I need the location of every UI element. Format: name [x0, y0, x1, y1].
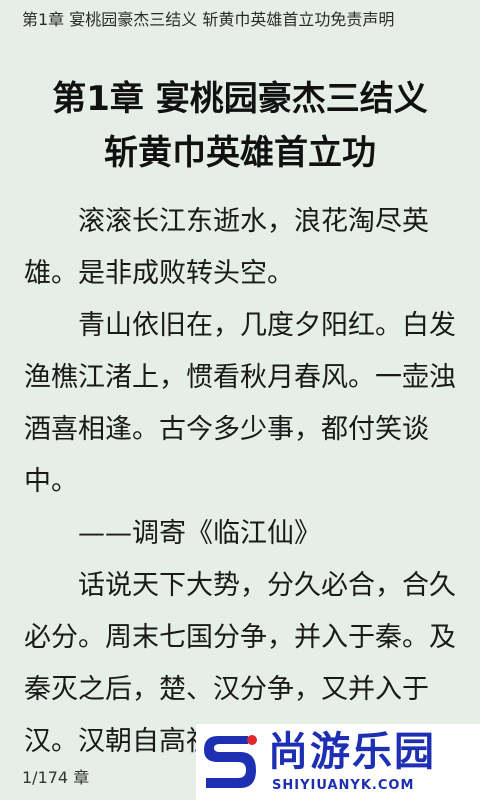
watermark: 尚游乐园 SHIYIUANYK.COM [196, 724, 480, 800]
paragraph: ——调寄《临江仙》 [78, 518, 321, 549]
page-indicator: 1/174 章 [22, 768, 90, 787]
paragraph: 青山依旧在，几度夕阳红。白发渔樵江渚上，惯看秋月春风。一壶浊酒喜相逢。古今多少事… [24, 310, 456, 497]
chapter-title: 第1章 宴桃园豪杰三结义 斩黄巾英雄首立功 [0, 72, 480, 180]
chapter-title-line-1: 第1章 宴桃园豪杰三结义 [52, 79, 428, 119]
watermark-brand: 尚游乐园 [268, 729, 436, 775]
running-header: 第1章 宴桃园豪杰三结义 斩黄巾英雄首立功免责声明 [22, 10, 395, 29]
s-logo-icon [204, 735, 257, 788]
watermark-url: SHIYIUANYK.COM [272, 778, 415, 793]
chapter-content[interactable]: 滚滚长江东逝水，浪花淘尽英雄。是非成败转头空。 青山依旧在，几度夕阳红。白发渔樵… [24, 196, 456, 768]
chapter-title-line-2: 斩黄巾英雄首立功 [104, 133, 376, 173]
paragraph: 滚滚长江东逝水，浪花淘尽英雄。是非成败转头空。 [24, 206, 429, 289]
